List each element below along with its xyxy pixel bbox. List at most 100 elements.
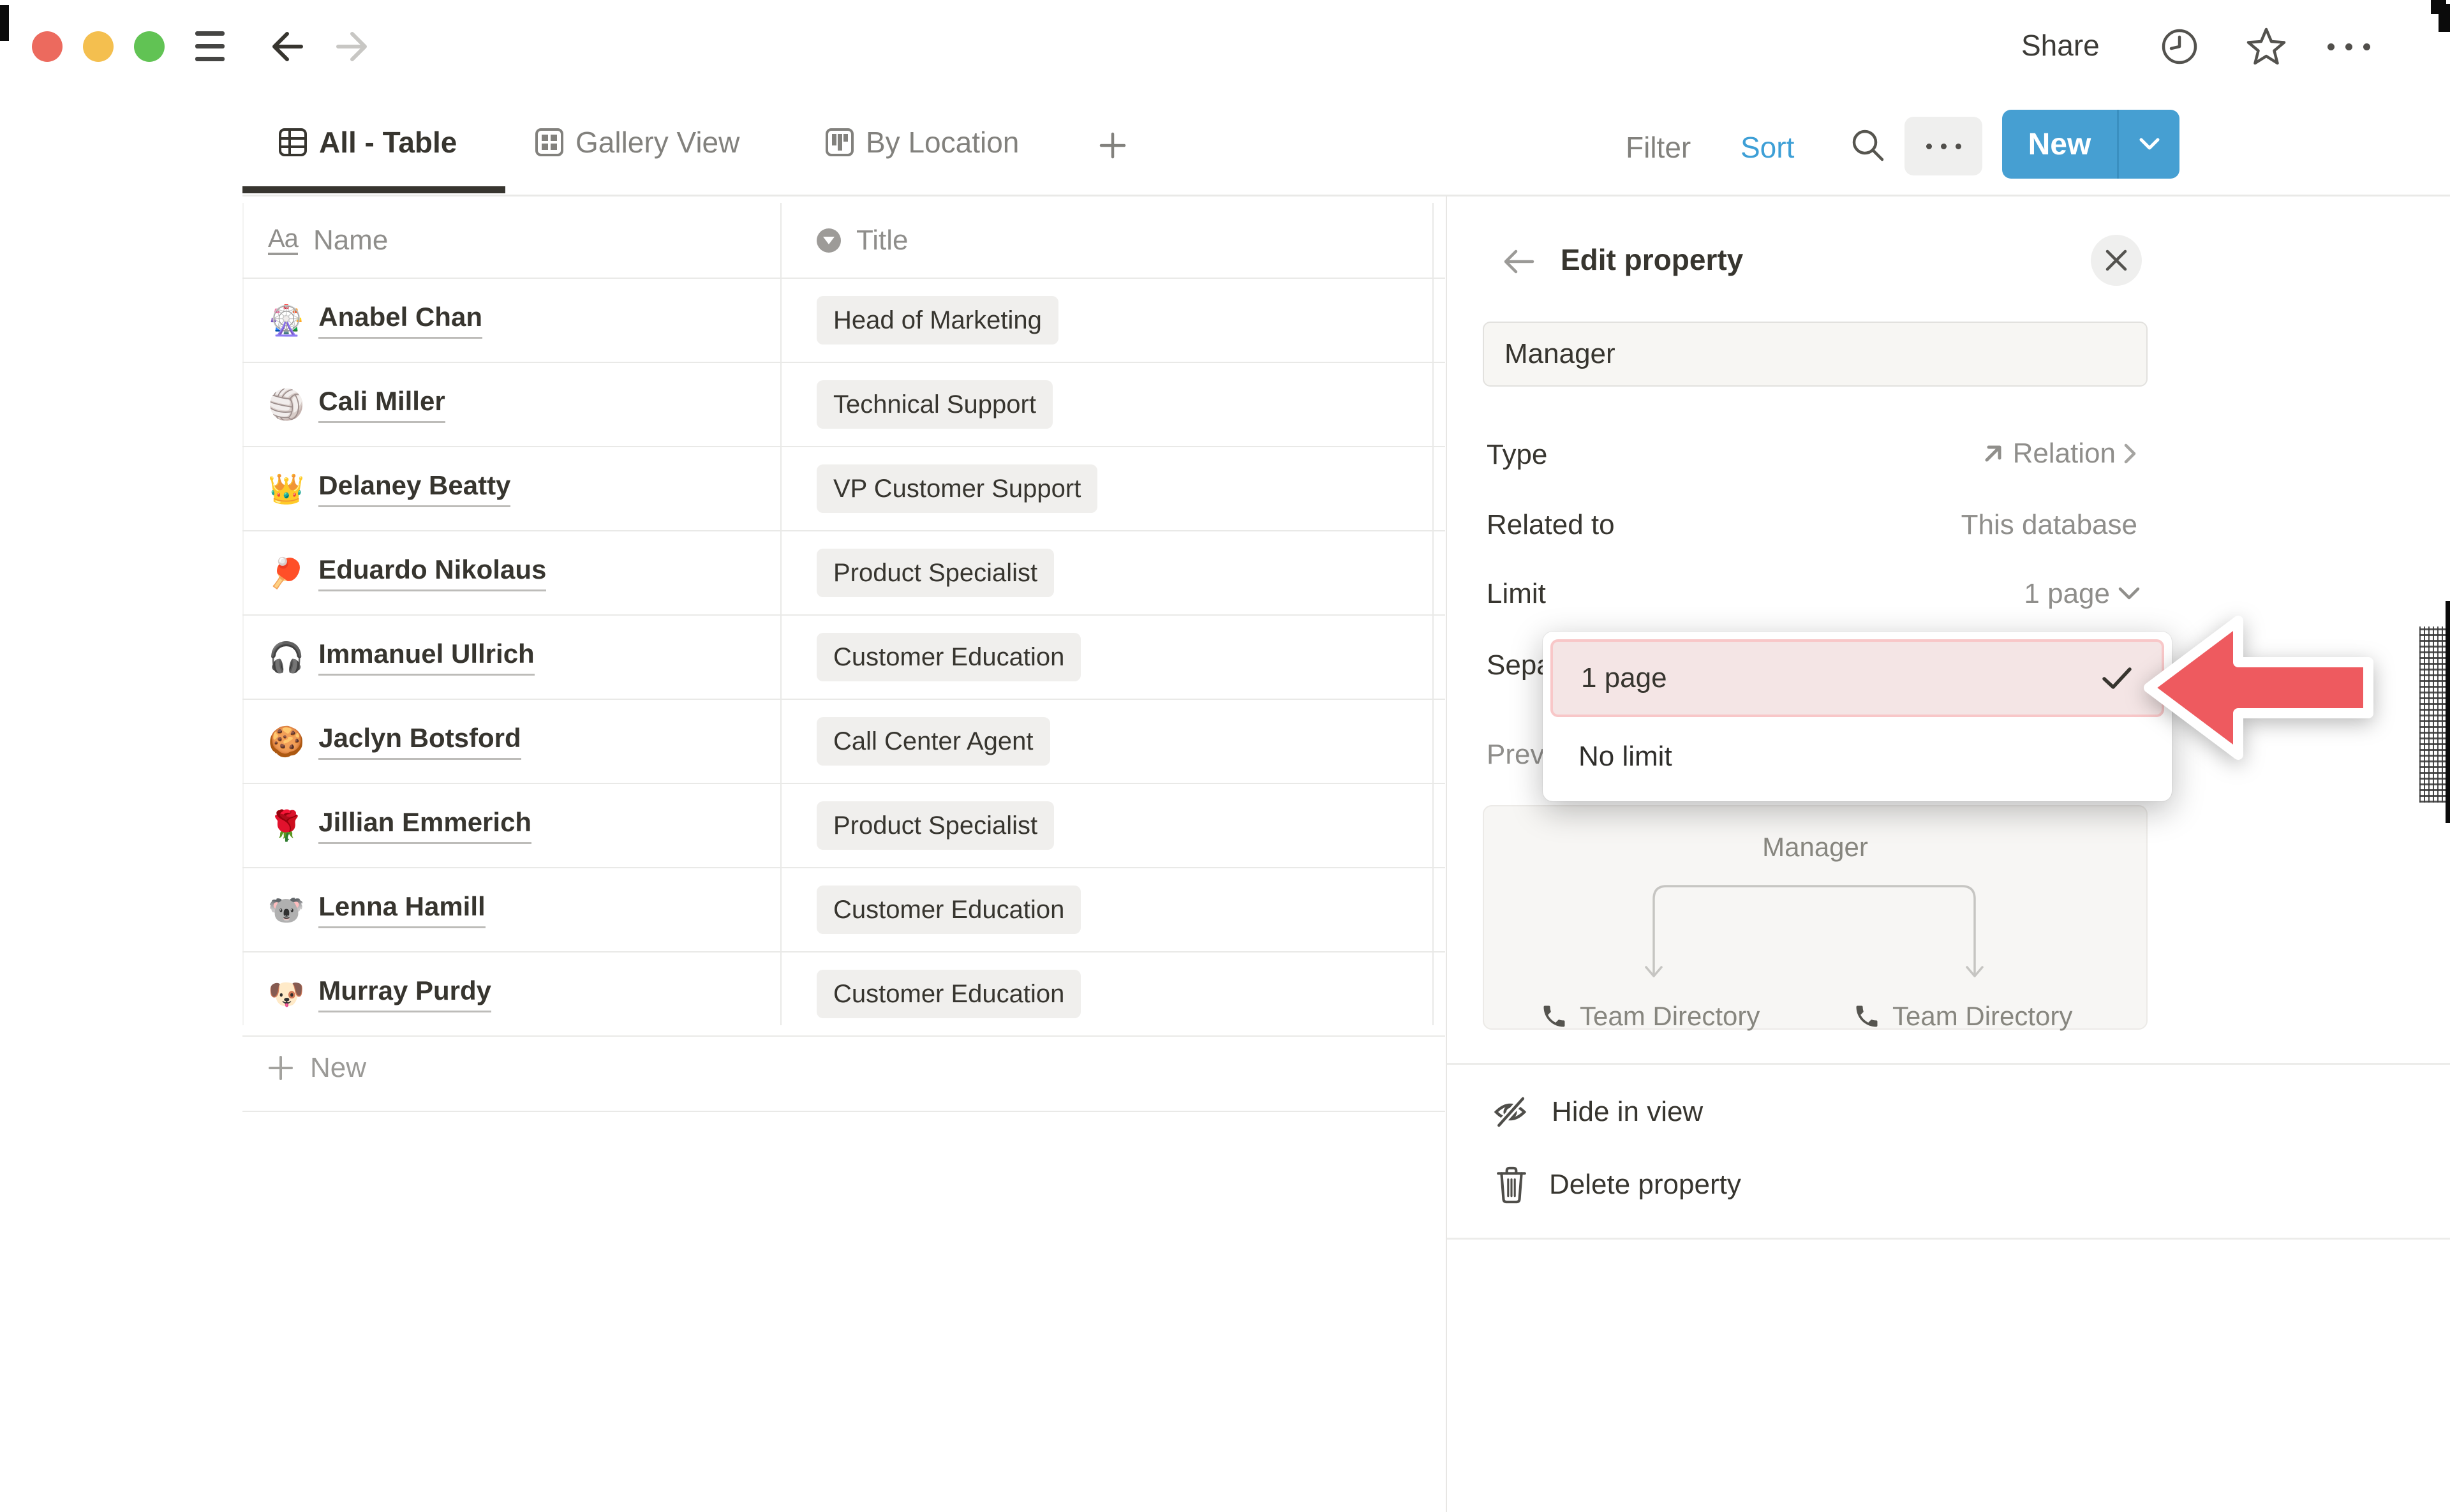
name-cell[interactable]: 🌹 Jillian Emmerich — [242, 807, 782, 843]
favorite-star-icon[interactable] — [2246, 27, 2286, 65]
property-name-input[interactable]: Manager — [1483, 322, 2148, 387]
table-row[interactable]: 🎡 Anabel Chan Head of Marketing — [242, 279, 1445, 363]
hide-in-view-button[interactable]: Hide in view — [1490, 1092, 1703, 1132]
name-cell[interactable]: 🐨 Lenna Hamill — [242, 891, 782, 928]
row-title-pill: Customer Education — [817, 886, 1081, 934]
row-title-pill: Head of Marketing — [817, 296, 1058, 345]
table-row[interactable]: 🍪 Jaclyn Botsford Call Center Agent — [242, 700, 1445, 784]
title-cell[interactable]: Head of Marketing — [782, 296, 1445, 345]
tab-all-table[interactable]: All - Table — [278, 125, 457, 159]
forward-icon[interactable] — [332, 29, 371, 64]
share-button[interactable]: Share — [2021, 28, 2100, 63]
new-row-label: New — [310, 1052, 366, 1084]
new-row-button[interactable]: New — [242, 1025, 1445, 1112]
name-cell[interactable]: 🏐 Cali Miller — [242, 386, 782, 422]
row-name-link[interactable]: Lenna Hamill — [318, 891, 485, 928]
history-clock-icon[interactable] — [2160, 27, 2199, 66]
row-name-link[interactable]: Anabel Chan — [318, 302, 482, 338]
table-right-border[interactable] — [1432, 203, 1434, 1025]
tab-label: All - Table — [319, 125, 457, 159]
view-options-button[interactable] — [1904, 117, 1982, 175]
name-cell[interactable]: 🍪 Jaclyn Botsford — [242, 723, 782, 759]
title-cell[interactable]: Customer Education — [782, 633, 1445, 681]
edge-artifact — [2419, 626, 2446, 803]
column-divider[interactable] — [780, 203, 782, 1025]
table-view-icon — [278, 128, 308, 157]
gallery-view-icon — [535, 128, 564, 157]
name-cell[interactable]: 👑 Delaney Beatty — [242, 470, 782, 507]
title-cell[interactable]: Customer Education — [782, 886, 1445, 934]
phone-icon — [1853, 1002, 1881, 1030]
add-view-plus-icon[interactable] — [1099, 131, 1127, 159]
row-title-pill: Customer Education — [817, 633, 1081, 681]
row-emoji: 🍪 — [268, 727, 304, 756]
column-header-name[interactable]: Aa Name — [242, 225, 782, 256]
new-button-label[interactable]: New — [2002, 110, 2119, 179]
row-name-link[interactable]: Eduardo Nikolaus — [318, 554, 546, 591]
row-name-link[interactable]: Murray Purdy — [318, 975, 491, 1012]
panel-back-icon[interactable] — [1501, 248, 1536, 276]
related-to-value[interactable]: This database — [1961, 509, 2137, 541]
row-name-link[interactable]: Jillian Emmerich — [318, 807, 531, 843]
close-window-button[interactable] — [32, 31, 63, 62]
table-row[interactable]: 🎧 Immanuel Ullrich Customer Education — [242, 616, 1445, 700]
sort-button[interactable]: Sort — [1741, 130, 1794, 165]
title-cell[interactable]: Call Center Agent — [782, 717, 1445, 766]
filter-button[interactable]: Filter — [1626, 130, 1691, 165]
row-title-pill: VP Customer Support — [817, 464, 1097, 513]
annotation-arrow — [2131, 593, 2399, 785]
preview-branch-arrows — [1635, 873, 1998, 988]
title-cell[interactable]: Product Specialist — [782, 549, 1445, 597]
table-row[interactable]: 🏓 Eduardo Nikolaus Product Specialist — [242, 531, 1445, 616]
notion-window: Share All - Table Gallery View — [0, 0, 2450, 1512]
plus-icon — [268, 1055, 293, 1081]
tab-by-location[interactable]: By Location — [825, 125, 1019, 159]
name-cell[interactable]: 🐶 Murray Purdy — [242, 975, 782, 1012]
row-emoji: 👑 — [268, 474, 304, 503]
new-dropdown-chevron-icon[interactable] — [2119, 110, 2179, 179]
name-cell[interactable]: 🎧 Immanuel Ullrich — [242, 639, 782, 675]
row-name-link[interactable]: Cali Miller — [318, 386, 445, 422]
limit-value[interactable]: 1 page — [2024, 578, 2141, 610]
name-cell[interactable]: 🎡 Anabel Chan — [242, 302, 782, 338]
column-header-title[interactable]: Title — [782, 225, 909, 256]
table-row[interactable]: 👑 Delaney Beatty VP Customer Support — [242, 447, 1445, 531]
back-icon[interactable] — [268, 29, 308, 64]
title-cell[interactable]: VP Customer Support — [782, 464, 1445, 513]
more-options-icon[interactable] — [2328, 43, 2370, 50]
panel-divider — [1446, 196, 1447, 1512]
sidebar-menu-icon[interactable] — [195, 31, 225, 62]
title-cell[interactable]: Technical Support — [782, 380, 1445, 429]
title-cell[interactable]: Product Specialist — [782, 801, 1445, 850]
text-property-icon: Aa — [268, 226, 298, 255]
tab-label: By Location — [866, 125, 1019, 159]
row-title-pill: Customer Education — [817, 970, 1081, 1018]
eye-off-icon — [1490, 1092, 1530, 1132]
table-left-border — [242, 203, 244, 1025]
search-icon[interactable] — [1849, 126, 1887, 165]
minimize-window-button[interactable] — [83, 31, 114, 62]
row-emoji: 🐨 — [268, 895, 304, 924]
row-title-pill: Product Specialist — [817, 549, 1054, 597]
row-name-link[interactable]: Delaney Beatty — [318, 470, 510, 507]
tab-gallery-view[interactable]: Gallery View — [535, 125, 739, 159]
title-cell[interactable]: Customer Education — [782, 970, 1445, 1018]
dropdown-option-1-page[interactable]: 1 page — [1550, 639, 2164, 717]
close-panel-button[interactable] — [2091, 235, 2142, 286]
type-value[interactable]: Relation — [1981, 438, 2137, 470]
relation-preview: Manager Team Directory Team Directory — [1483, 805, 2148, 1030]
row-name-link[interactable]: Immanuel Ullrich — [318, 639, 534, 675]
table-row[interactable]: 🐨 Lenna Hamill Customer Education — [242, 868, 1445, 952]
delete-property-button[interactable]: Delete property — [1496, 1165, 1741, 1204]
delete-property-label: Delete property — [1549, 1169, 1741, 1201]
new-button[interactable]: New — [2002, 110, 2179, 179]
row-emoji: 🏓 — [268, 558, 304, 588]
zoom-window-button[interactable] — [134, 31, 165, 62]
name-cell[interactable]: 🏓 Eduardo Nikolaus — [242, 554, 782, 591]
table-row[interactable]: 🌹 Jillian Emmerich Product Specialist — [242, 784, 1445, 868]
row-name-link[interactable]: Jaclyn Botsford — [318, 723, 521, 759]
table-row[interactable]: 🏐 Cali Miller Technical Support — [242, 363, 1445, 447]
trash-icon — [1496, 1165, 1527, 1204]
table-row[interactable]: 🐶 Murray Purdy Customer Education — [242, 952, 1445, 1037]
dropdown-option-no-limit[interactable]: No limit — [1550, 725, 2164, 789]
